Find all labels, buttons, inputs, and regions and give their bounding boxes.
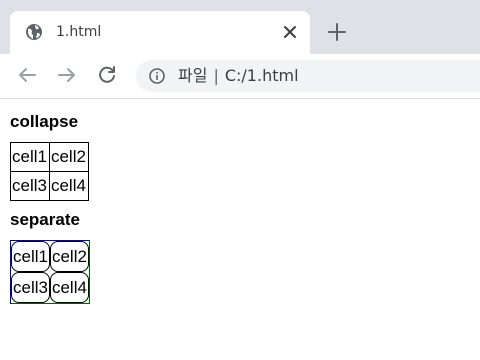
reload-icon[interactable] <box>96 64 118 86</box>
heading-collapse: collapse <box>10 112 79 131</box>
info-icon[interactable] <box>149 68 165 84</box>
tab-strip: 1.html <box>0 0 480 54</box>
address-bar[interactable]: 파일 | C:/1.html <box>136 60 480 92</box>
forward-arrow-icon[interactable] <box>56 64 78 86</box>
back-arrow-icon[interactable] <box>16 64 38 86</box>
table-row: cell3 cell4 <box>11 272 89 303</box>
address-separator: | <box>213 66 219 85</box>
table-row: cell1 cell2 <box>11 241 89 272</box>
heading-separate: separate <box>10 210 80 229</box>
table-cell: cell1 <box>10 142 50 172</box>
plus-icon[interactable] <box>326 21 348 43</box>
table-cell: cell4 <box>49 272 89 303</box>
table-cell: cell3 <box>10 171 50 201</box>
table-cell: cell2 <box>49 241 89 272</box>
table-row: cell1 cell2 <box>10 142 89 172</box>
close-icon[interactable] <box>282 23 298 41</box>
table-cell: cell4 <box>48 171 89 201</box>
table-row: cell3 cell4 <box>10 171 89 201</box>
tab-title: 1.html <box>56 24 102 40</box>
globe-icon <box>26 24 42 40</box>
table-cell: cell1 <box>11 241 50 272</box>
browser-toolbar: 파일 | C:/1.html <box>0 54 480 99</box>
collapse-table: cell1 cell2 cell3 cell4 <box>10 142 89 201</box>
table-cell: cell2 <box>48 142 89 172</box>
address-url: C:/1.html <box>224 66 299 85</box>
address-prefix: 파일 <box>178 66 208 85</box>
separate-table: cell1 cell2 cell3 cell4 <box>10 240 90 304</box>
table-cell: cell3 <box>11 272 50 303</box>
page-content: collapse cell1 cell2 cell3 cell4 separat… <box>0 100 480 360</box>
address-text: 파일 | C:/1.html <box>178 66 299 86</box>
tab-1-html[interactable]: 1.html <box>10 11 310 54</box>
